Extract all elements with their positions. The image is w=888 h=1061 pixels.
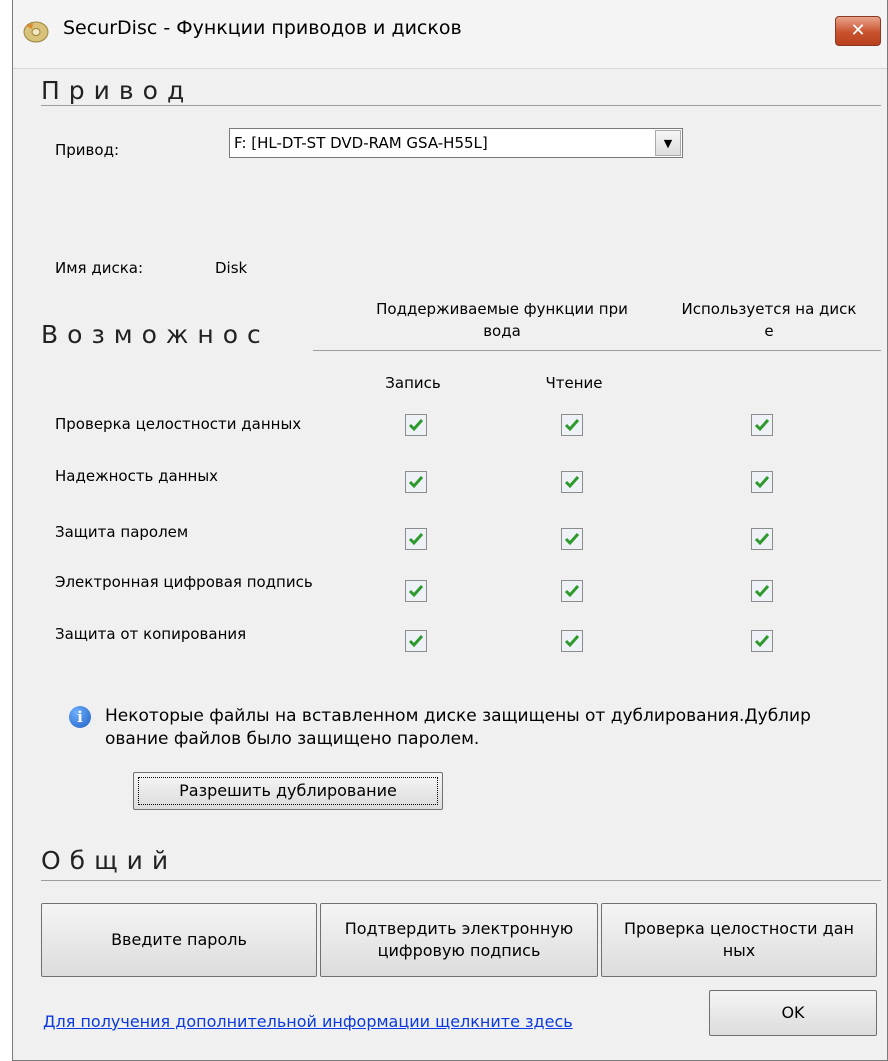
- disc-name-label: Имя диска:: [55, 259, 144, 277]
- checkbox-read-password-protection[interactable]: [561, 528, 583, 550]
- drive-select-dropdown-button[interactable]: ▼: [655, 130, 681, 156]
- integrity-check-button[interactable]: Проверка целостности дан ных: [601, 903, 877, 977]
- checkbox-read-data-reliability[interactable]: [561, 471, 583, 493]
- close-button[interactable]: ✕: [835, 16, 881, 46]
- supported-functions-header: Поддерживаемые функции при вода: [376, 300, 628, 340]
- used-on-disc-header: Используется на диск е: [681, 300, 857, 340]
- integrity-check-label: Проверка целостности дан ных: [623, 919, 854, 960]
- feature-label-password-protection: Защита паролем: [55, 523, 189, 541]
- drive-label: Привод:: [55, 141, 119, 159]
- info-icon: i: [69, 706, 91, 728]
- read-column-header: Чтение: [545, 374, 603, 392]
- write-column-header: Запись: [385, 374, 441, 392]
- checkbox-used-digital-signature[interactable]: [751, 580, 773, 602]
- checkbox-read-copy-protection[interactable]: [561, 630, 583, 652]
- chevron-down-icon: ▼: [663, 136, 673, 150]
- drive-section-divider: [41, 105, 881, 106]
- checkbox-write-data-integrity[interactable]: [405, 414, 427, 436]
- checkbox-write-password-protection[interactable]: [405, 528, 427, 550]
- ok-button[interactable]: OK: [709, 990, 877, 1036]
- features-section-title: Возможнос: [41, 320, 270, 349]
- general-section-title: Общий: [41, 846, 178, 875]
- checkbox-write-digital-signature[interactable]: [405, 580, 427, 602]
- verify-signature-button[interactable]: Подтвердить электронную цифровую подпись: [320, 903, 598, 977]
- more-info-link[interactable]: Для получения дополнительной информации …: [43, 1012, 573, 1031]
- drive-select[interactable]: F: [HL-DT-ST DVD-RAM GSA-H55L] ▼: [229, 128, 683, 158]
- allow-duplication-button[interactable]: Разрешить дублирование: [133, 772, 443, 810]
- feature-label-data-integrity: Проверка целостности данных: [55, 415, 302, 433]
- ok-label: OK: [781, 1003, 805, 1022]
- dialog-window: SecurDisc - Функции приводов и дисков ✕ …: [12, 0, 888, 1061]
- feature-label-copy-protection: Защита от копирования: [55, 625, 247, 643]
- securdisc-app-icon: [23, 20, 49, 44]
- checkbox-used-data-reliability[interactable]: [751, 471, 773, 493]
- verify-signature-label: Подтвердить электронную цифровую подпись: [344, 919, 574, 960]
- checkbox-used-password-protection[interactable]: [751, 528, 773, 550]
- focus-rect: [138, 777, 438, 805]
- feature-label-digital-signature: Электронная цифровая подпись: [55, 573, 313, 591]
- checkbox-used-data-integrity[interactable]: [751, 414, 773, 436]
- checkbox-read-data-integrity[interactable]: [561, 414, 583, 436]
- drive-section-title: Привод: [41, 76, 194, 105]
- enter-password-button[interactable]: Введите пароль: [41, 903, 317, 977]
- checkbox-used-copy-protection[interactable]: [751, 630, 773, 652]
- disc-name-value: Disk: [215, 259, 248, 277]
- feature-label-data-reliability: Надежность данных: [55, 467, 219, 485]
- duplication-info-text: Некоторые файлы на вставленном диске защ…: [105, 706, 811, 749]
- enter-password-label: Введите пароль: [111, 930, 247, 949]
- checkbox-write-data-reliability[interactable]: [405, 471, 427, 493]
- window-title: SecurDisc - Функции приводов и дисков: [63, 17, 462, 39]
- checkbox-read-digital-signature[interactable]: [561, 580, 583, 602]
- close-icon: ✕: [850, 20, 866, 41]
- checkbox-write-copy-protection[interactable]: [405, 630, 427, 652]
- features-section-divider: [313, 350, 881, 351]
- title-bar[interactable]: SecurDisc - Функции приводов и дисков ✕: [13, 0, 887, 69]
- general-section-divider: [41, 880, 881, 881]
- drive-select-value: F: [HL-DT-ST DVD-RAM GSA-H55L]: [234, 134, 488, 152]
